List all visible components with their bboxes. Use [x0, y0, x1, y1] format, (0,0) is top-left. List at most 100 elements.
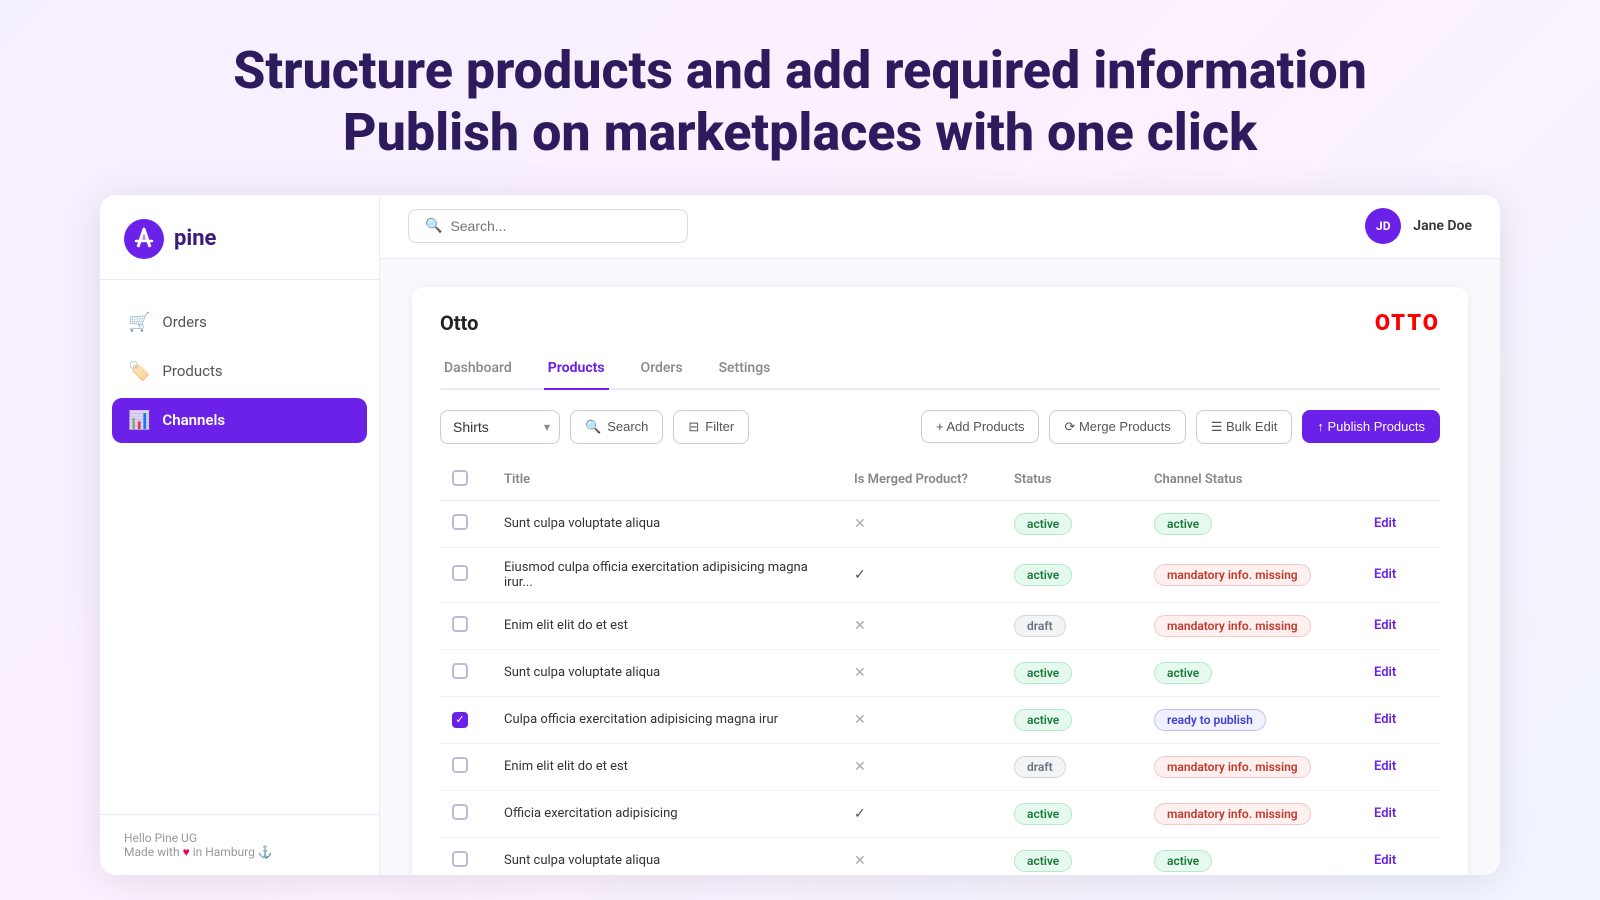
row-checkbox[interactable] [452, 757, 468, 773]
page-body: Otto OTTO Dashboard Products Orders Sett… [380, 259, 1500, 875]
channel-status-badge: active [1154, 850, 1212, 872]
add-products-button[interactable]: + Add Products [921, 410, 1040, 443]
filter-button[interactable]: ⊟ Filter [673, 410, 749, 444]
row-checkbox[interactable] [452, 851, 468, 867]
edit-link[interactable]: Edit [1374, 567, 1396, 582]
search-btn-icon: 🔍 [585, 419, 601, 435]
row-channel-status: mandatory info. missing [1142, 790, 1362, 837]
products-icon: 🏷️ [128, 361, 150, 382]
row-checkbox[interactable] [452, 804, 468, 820]
edit-link[interactable]: Edit [1374, 618, 1396, 633]
row-channel-status: mandatory info. missing [1142, 602, 1362, 649]
row-checkbox[interactable] [452, 565, 468, 581]
table-row: Enim elit elit do et est ✕ draft mandato… [440, 743, 1440, 790]
search-box[interactable]: 🔍 [408, 209, 688, 243]
header-merged: Is Merged Product? [842, 460, 1002, 501]
merged-x-icon: ✕ [854, 712, 866, 728]
search-input[interactable] [450, 218, 671, 234]
publish-products-button[interactable]: ↑ Publish Products [1302, 410, 1440, 443]
row-status: active [1002, 696, 1142, 743]
table-row: Officia exercitation adipisicing ✓ activ… [440, 790, 1440, 837]
channel-status-badge: mandatory info. missing [1154, 803, 1311, 825]
merged-x-icon: ✕ [854, 516, 866, 532]
edit-link[interactable]: Edit [1374, 759, 1396, 774]
sidebar-item-products[interactable]: 🏷️ Products [112, 349, 367, 394]
edit-link[interactable]: Edit [1374, 806, 1396, 821]
edit-link[interactable]: Edit [1374, 712, 1396, 727]
sidebar-item-orders-label: Orders [162, 313, 207, 331]
merged-check-icon: ✓ [854, 567, 866, 583]
row-merged: ✕ [842, 696, 1002, 743]
merged-x-icon: ✕ [854, 853, 866, 869]
row-title: Enim elit elit do et est [492, 602, 842, 649]
tab-orders[interactable]: Orders [637, 352, 687, 390]
row-check-cell [440, 790, 492, 837]
row-check-cell [440, 649, 492, 696]
footer-line1: Hello Pine UG [124, 831, 355, 845]
tab-dashboard[interactable]: Dashboard [440, 352, 516, 390]
merged-x-icon: ✕ [854, 618, 866, 634]
sidebar-item-channels-label: Channels [162, 411, 225, 429]
tab-products[interactable]: Products [544, 352, 609, 390]
channel-tabs: Dashboard Products Orders Settings [440, 352, 1440, 390]
merged-x-icon: ✕ [854, 665, 866, 681]
row-check-cell [440, 547, 492, 602]
filter-icon: ⊟ [688, 419, 699, 435]
app-window: pine 🛒 Orders 🏷️ Products 📊 Channels Hel… [100, 195, 1500, 875]
row-title: Culpa officia exercitation adipisicing m… [492, 696, 842, 743]
edit-link[interactable]: Edit [1374, 853, 1396, 868]
channel-status-badge: mandatory info. missing [1154, 615, 1311, 637]
header-edit [1362, 460, 1440, 501]
sidebar-item-channels[interactable]: 📊 Channels [112, 398, 367, 443]
row-title: Enim elit elit do et est [492, 743, 842, 790]
pine-logo-icon [124, 219, 164, 259]
merged-x-icon: ✕ [854, 759, 866, 775]
row-merged: ✓ [842, 547, 1002, 602]
row-checkbox[interactable] [452, 712, 468, 728]
orders-icon: 🛒 [128, 312, 150, 333]
row-check-cell [440, 696, 492, 743]
edit-link[interactable]: Edit [1374, 665, 1396, 680]
sidebar-item-orders[interactable]: 🛒 Orders [112, 300, 367, 345]
row-checkbox[interactable] [452, 616, 468, 632]
row-checkbox[interactable] [452, 663, 468, 679]
table-row: Sunt culpa voluptate aliqua ✕ active act… [440, 649, 1440, 696]
select-all-checkbox[interactable] [452, 470, 468, 486]
row-status: active [1002, 547, 1142, 602]
header-channel-status: Channel Status [1142, 460, 1362, 501]
row-edit-cell: Edit [1362, 602, 1440, 649]
row-edit-cell: Edit [1362, 500, 1440, 547]
table-row: Sunt culpa voluptate aliqua ✕ active act… [440, 500, 1440, 547]
row-status: active [1002, 649, 1142, 696]
bulk-edit-button[interactable]: ☰ Bulk Edit [1196, 410, 1293, 444]
merged-check-icon: ✓ [854, 806, 866, 822]
channel-status-badge: mandatory info. missing [1154, 564, 1311, 586]
channel-status-badge: ready to publish [1154, 709, 1266, 731]
footer-line2: Made with ♥ in Hamburg ⚓ [124, 845, 355, 859]
sidebar-item-products-label: Products [162, 362, 222, 380]
row-title: Eiusmod culpa officia exercitation adipi… [492, 547, 842, 602]
edit-link[interactable]: Edit [1374, 516, 1396, 531]
user-avatar: JD [1365, 208, 1401, 244]
search-icon: 🔍 [425, 218, 442, 234]
row-channel-status: active [1142, 649, 1362, 696]
row-merged: ✕ [842, 602, 1002, 649]
status-badge: active [1014, 709, 1072, 731]
table-toolbar: Shirts Pants Jackets Shoes 🔍 Search ⊟ Fi… [440, 410, 1440, 444]
row-merged: ✕ [842, 837, 1002, 875]
sidebar-nav: 🛒 Orders 🏷️ Products 📊 Channels [100, 280, 379, 814]
status-badge: draft [1014, 615, 1066, 637]
row-edit-cell: Edit [1362, 790, 1440, 837]
merge-products-button[interactable]: ⟳ Merge Products [1049, 410, 1185, 444]
category-select[interactable]: Shirts Pants Jackets Shoes [440, 410, 560, 444]
channel-status-badge: active [1154, 662, 1212, 684]
topbar: 🔍 JD Jane Doe [380, 195, 1500, 259]
row-edit-cell: Edit [1362, 743, 1440, 790]
tab-settings[interactable]: Settings [715, 352, 775, 390]
table-header: Title Is Merged Product? Status Channel … [440, 460, 1440, 501]
row-checkbox[interactable] [452, 514, 468, 530]
search-button[interactable]: 🔍 Search [570, 410, 663, 444]
sidebar: pine 🛒 Orders 🏷️ Products 📊 Channels Hel… [100, 195, 380, 875]
table-body: Sunt culpa voluptate aliqua ✕ active act… [440, 500, 1440, 875]
category-select-wrapper[interactable]: Shirts Pants Jackets Shoes [440, 410, 560, 444]
